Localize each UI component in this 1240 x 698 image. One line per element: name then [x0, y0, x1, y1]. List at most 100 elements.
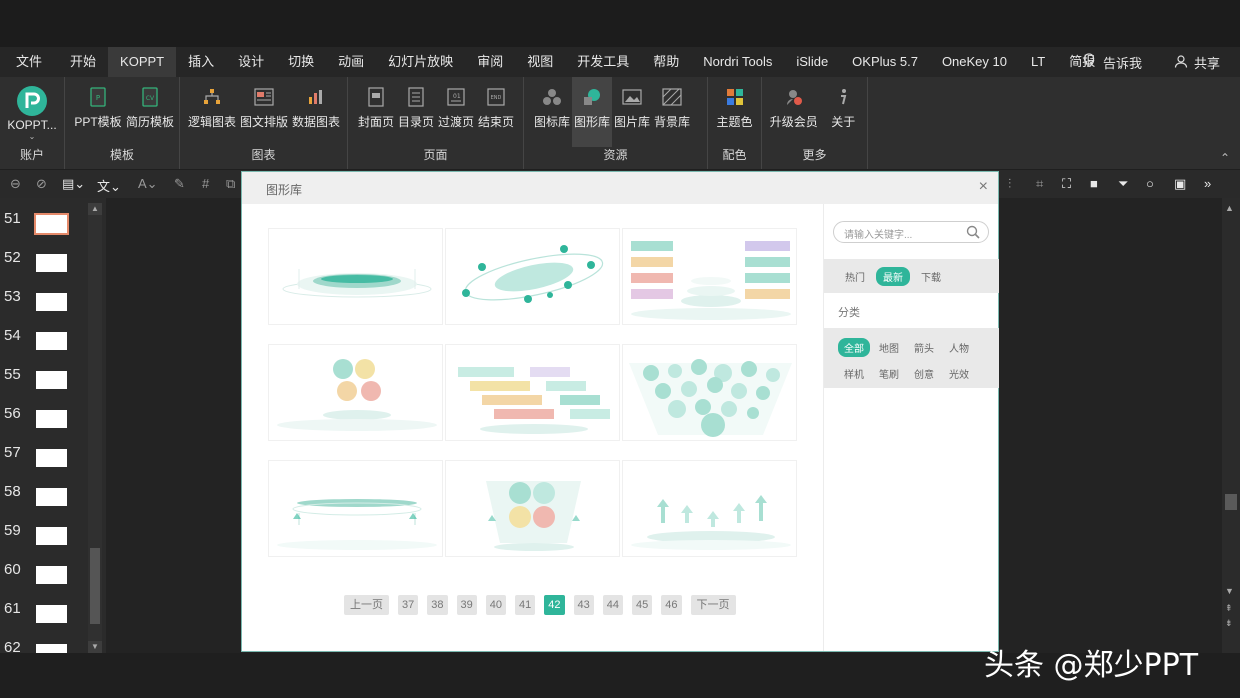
- page-button[interactable]: 37: [398, 595, 419, 615]
- more-tools-icon[interactable]: »: [1204, 176, 1211, 191]
- shape-tile-four-bubbles[interactable]: [268, 344, 443, 441]
- slide-thumbnail[interactable]: [36, 488, 67, 506]
- slide-thumbnail[interactable]: [36, 410, 67, 428]
- shape-tile-color-banners[interactable]: [622, 228, 797, 325]
- close-icon[interactable]: ×: [979, 178, 988, 196]
- about-button[interactable]: 关于: [823, 81, 863, 145]
- font-size-icon[interactable]: A⌄: [138, 176, 158, 192]
- resume-template-button[interactable]: CV 简历模板: [125, 81, 175, 145]
- tab-review[interactable]: 审阅: [465, 47, 515, 77]
- page-button[interactable]: 39: [456, 595, 477, 615]
- slide-thumbnail[interactable]: [36, 371, 67, 389]
- shape-tile-arrows-growth[interactable]: [622, 460, 797, 557]
- page-button[interactable]: 38: [427, 595, 448, 615]
- page-button[interactable]: 45: [632, 595, 653, 615]
- search-input[interactable]: 请输入关键字...: [833, 221, 989, 243]
- shape-tile-bubble-cup[interactable]: [445, 460, 620, 557]
- picture-icon[interactable]: ▣: [1174, 176, 1186, 192]
- shape-library-button[interactable]: 图形库: [572, 77, 612, 147]
- canvas-scrollbar[interactable]: ▲ ▼ ⇞ ⇟: [1222, 198, 1240, 653]
- category-mockup[interactable]: 样机: [838, 364, 870, 383]
- tab-developer[interactable]: 开发工具: [565, 47, 641, 77]
- page-button[interactable]: 46: [661, 595, 682, 615]
- slide-thumbnail[interactable]: [36, 644, 67, 653]
- shape-tile-flat-platform[interactable]: [268, 460, 443, 557]
- slide-item[interactable]: 58: [0, 475, 86, 513]
- tab-view[interactable]: 视图: [515, 47, 565, 77]
- category-creative[interactable]: 创意: [908, 364, 940, 383]
- circle-icon[interactable]: ○: [1146, 176, 1154, 191]
- shape-tile-orbit-platform[interactable]: [445, 228, 620, 325]
- shape-tile-platform-rings[interactable]: [268, 228, 443, 325]
- lock-icon[interactable]: ⊖: [10, 176, 21, 192]
- shape-icon[interactable]: ⏷: [1118, 176, 1128, 192]
- square-icon[interactable]: ■: [1090, 176, 1098, 191]
- slide-thumbnail-selected[interactable]: [34, 213, 69, 235]
- slide-thumbnail[interactable]: [36, 254, 67, 272]
- hash-icon[interactable]: #: [202, 176, 209, 191]
- transition-page-button[interactable]: 01 过渡页: [436, 81, 476, 145]
- slide-thumbnail[interactable]: [36, 527, 67, 545]
- tab-animations[interactable]: 动画: [326, 47, 376, 77]
- tab-nordri-tools[interactable]: Nordri Tools: [691, 47, 784, 77]
- collapse-ribbon-icon[interactable]: ⌃: [1220, 151, 1230, 165]
- scrollbar-thumb[interactable]: [1225, 494, 1237, 510]
- category-all[interactable]: 全部: [838, 338, 870, 357]
- tab-koppt[interactable]: KOPPT: [108, 47, 177, 77]
- search-icon[interactable]: [966, 225, 980, 244]
- scroll-up-arrow[interactable]: ▲: [1225, 203, 1234, 213]
- slide-panel-scrollbar[interactable]: ▲ ▼: [88, 203, 102, 653]
- chart-icon[interactable]: ⫶: [1008, 176, 1011, 192]
- cover-page-button[interactable]: 封面页: [356, 81, 396, 145]
- data-chart-button[interactable]: 数据图表: [290, 81, 342, 145]
- slide-item[interactable]: 62: [0, 631, 86, 653]
- theme-color-button[interactable]: 主题色: [712, 81, 757, 145]
- crop-icon[interactable]: ⌗: [1036, 176, 1043, 192]
- slide-thumbnail[interactable]: [36, 566, 67, 584]
- image-text-layout-button[interactable]: 图文排版: [238, 81, 290, 145]
- slide-item[interactable]: 53: [0, 280, 86, 318]
- page-button[interactable]: 41: [515, 595, 536, 615]
- shape-tile-bubble-bowl[interactable]: [622, 344, 797, 441]
- category-light-effect[interactable]: 光效: [943, 364, 975, 383]
- scroll-up-arrow[interactable]: ▲: [88, 203, 102, 215]
- slide-item[interactable]: 61: [0, 592, 86, 630]
- category-people[interactable]: 人物: [943, 338, 975, 357]
- end-page-button[interactable]: END 结束页: [476, 81, 516, 145]
- page-button[interactable]: 40: [485, 595, 506, 615]
- tab-lt[interactable]: LT: [1019, 47, 1057, 77]
- image-library-button[interactable]: 图片库: [612, 81, 652, 145]
- page-button[interactable]: 43: [573, 595, 594, 615]
- tab-islide[interactable]: iSlide: [784, 47, 840, 77]
- sort-downloads[interactable]: 下载: [914, 267, 948, 286]
- tab-help[interactable]: 帮助: [641, 47, 691, 77]
- slide-thumbnail[interactable]: [36, 449, 67, 467]
- category-brush[interactable]: 笔刷: [873, 364, 905, 383]
- next-page-button[interactable]: 下一页: [690, 595, 736, 615]
- slide-item[interactable]: 56: [0, 397, 86, 435]
- brush-icon[interactable]: ✎: [174, 176, 185, 192]
- scrollbar-thumb[interactable]: [90, 548, 100, 624]
- tab-file[interactable]: 文件: [0, 47, 58, 77]
- tab-onekey[interactable]: OneKey 10: [930, 47, 1019, 77]
- prev-slide-icon[interactable]: ⇞: [1225, 603, 1233, 614]
- frame-icon[interactable]: ⛶: [1062, 176, 1071, 192]
- tab-slideshow[interactable]: 幻灯片放映: [376, 47, 465, 77]
- slide-item[interactable]: 54: [0, 319, 86, 357]
- slide-thumbnail[interactable]: [36, 293, 67, 311]
- slide-item[interactable]: 51: [0, 202, 86, 240]
- ppt-template-button[interactable]: P PPT模板: [73, 81, 123, 145]
- next-slide-icon[interactable]: ⇟: [1225, 618, 1233, 629]
- font-icon[interactable]: 文⌄: [97, 176, 121, 195]
- unlock-icon[interactable]: ⊘: [36, 176, 47, 192]
- tab-design[interactable]: 设计: [226, 47, 276, 77]
- slide-item[interactable]: 60: [0, 553, 86, 591]
- page-button-current[interactable]: 42: [544, 595, 565, 615]
- scroll-down-arrow[interactable]: ▼: [1225, 586, 1234, 596]
- tab-home[interactable]: 开始: [58, 47, 108, 77]
- slide-thumbnail[interactable]: [36, 605, 67, 623]
- category-arrow[interactable]: 箭头: [908, 338, 940, 357]
- page-button[interactable]: 44: [602, 595, 623, 615]
- tab-transitions[interactable]: 切换: [276, 47, 326, 77]
- scroll-down-arrow[interactable]: ▼: [88, 641, 102, 653]
